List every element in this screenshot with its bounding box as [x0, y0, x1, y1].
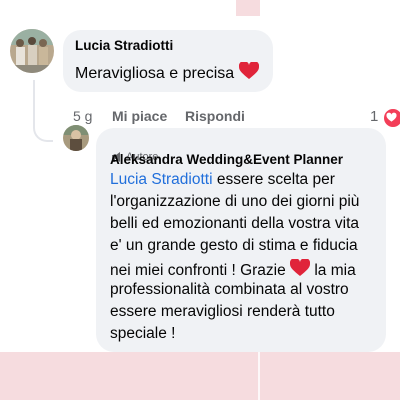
reply-text-line: l'organizzazione di uno dei giorni più — [110, 193, 360, 210]
comment-text: Meravigliosa e precisa — [75, 62, 259, 83]
reply-text-line: essere meravigliosi renderà tutto — [110, 303, 335, 320]
comment-author-name[interactable]: Lucia Stradiotti — [75, 38, 173, 53]
reply-text-fragment: nei miei confronti ! Grazie — [110, 262, 291, 279]
top-background-segment — [0, 0, 236, 16]
reply-text-line: speciale ! — [110, 325, 176, 342]
comment-text-body: Meravigliosa e precisa — [75, 65, 235, 82]
reply-text-line: professionalità combinata al vostro — [110, 281, 349, 298]
mention-link[interactable]: Lucia Stradiotti — [110, 171, 213, 188]
top-background — [0, 0, 400, 16]
reaction-count: 1 — [370, 108, 379, 125]
reply-text-line: Lucia Stradiotti essere scelta per — [110, 171, 335, 189]
reply-text-line: e' un grande gesto di stima e fiducia — [110, 237, 358, 254]
thread-connector — [33, 80, 53, 142]
reply-author-name[interactable]: Aleksandra Wedding&Event Planner — [110, 152, 343, 167]
reply-text-fragment: essere scelta per — [212, 171, 335, 188]
reply-button[interactable]: Rispondi — [185, 108, 245, 124]
red-heart-icon — [290, 259, 311, 276]
top-background-segment — [260, 0, 400, 16]
bottom-background — [0, 352, 400, 400]
reply-text-fragment: la mia — [310, 262, 356, 279]
comment-card: Lucia Stradiotti Meravigliosa e precisa … — [0, 16, 400, 352]
like-button[interactable]: Mi piace — [112, 108, 167, 124]
love-reaction-icon — [383, 108, 400, 128]
reply-text-line: nei miei confronti ! Grazie la mia — [110, 259, 356, 280]
divider — [258, 352, 260, 400]
avatar[interactable] — [10, 29, 54, 73]
comment-time[interactable]: 5 g — [73, 108, 92, 124]
reply-avatar[interactable] — [63, 125, 89, 151]
reaction-summary[interactable]: 1 — [366, 107, 400, 128]
red-heart-icon — [238, 62, 259, 79]
reply-text-line: belli ed emozionanti della vostra vita — [110, 215, 359, 232]
